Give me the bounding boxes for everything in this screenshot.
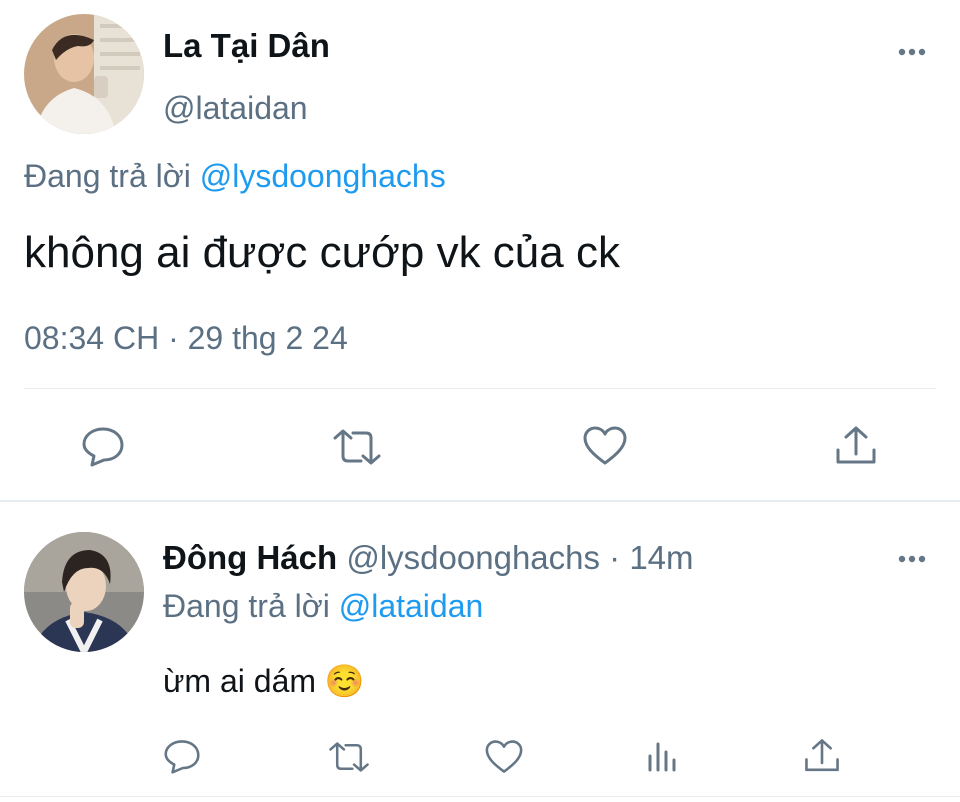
tweet-text: không ai được cướp vk của ck [24, 228, 620, 277]
share-icon[interactable] [834, 424, 878, 468]
replying-to-line: Đang trả lời @lysdoonghachs [24, 156, 446, 196]
like-icon[interactable] [582, 425, 628, 467]
reply-display-name[interactable]: Đông Hách [163, 539, 337, 576]
smiling-face-emoji: ☺️ [324, 662, 365, 700]
tweet-timestamp[interactable]: 08:34 CH · 29 thg 2 24 [24, 318, 348, 358]
avatar-image [24, 532, 144, 652]
replying-prefix: Đang trả lời [163, 588, 330, 624]
retweet-icon[interactable] [331, 428, 383, 466]
analytics-icon[interactable] [646, 738, 678, 774]
display-name[interactable]: La Tại Dân [163, 26, 330, 66]
reply-replying-to-line: Đang trả lời @lataidan [163, 586, 483, 626]
replying-to-link[interactable]: @lataidan [339, 588, 484, 624]
section-divider [0, 500, 960, 502]
replying-prefix: Đang trả lời [24, 158, 191, 194]
user-handle[interactable]: @lataidan [163, 88, 308, 128]
reply-header: Đông Hách @lysdoonghachs · 14m [163, 537, 694, 579]
reply-tweet-text-line: ừm ai dám ☺️ [163, 660, 365, 702]
avatar-lysdoonghachs[interactable] [24, 532, 144, 652]
share-icon[interactable] [803, 737, 841, 775]
reply-tweet-text: ừm ai dám [163, 663, 317, 699]
divider [24, 388, 936, 389]
reply-icon[interactable] [162, 738, 202, 774]
like-icon[interactable] [484, 739, 524, 775]
replying-to-link[interactable]: @lysdoonghachs [200, 158, 446, 194]
more-options-icon[interactable] [896, 42, 928, 62]
avatar-image [24, 14, 144, 134]
more-options-icon[interactable] [896, 549, 928, 569]
reply-user-handle[interactable]: @lysdoonghachs [346, 539, 600, 576]
avatar-lataidan[interactable] [24, 14, 144, 134]
reply-icon[interactable] [80, 425, 126, 467]
retweet-icon[interactable] [327, 741, 371, 773]
reply-time-ago[interactable]: · 14m [609, 539, 693, 576]
divider [0, 796, 960, 797]
